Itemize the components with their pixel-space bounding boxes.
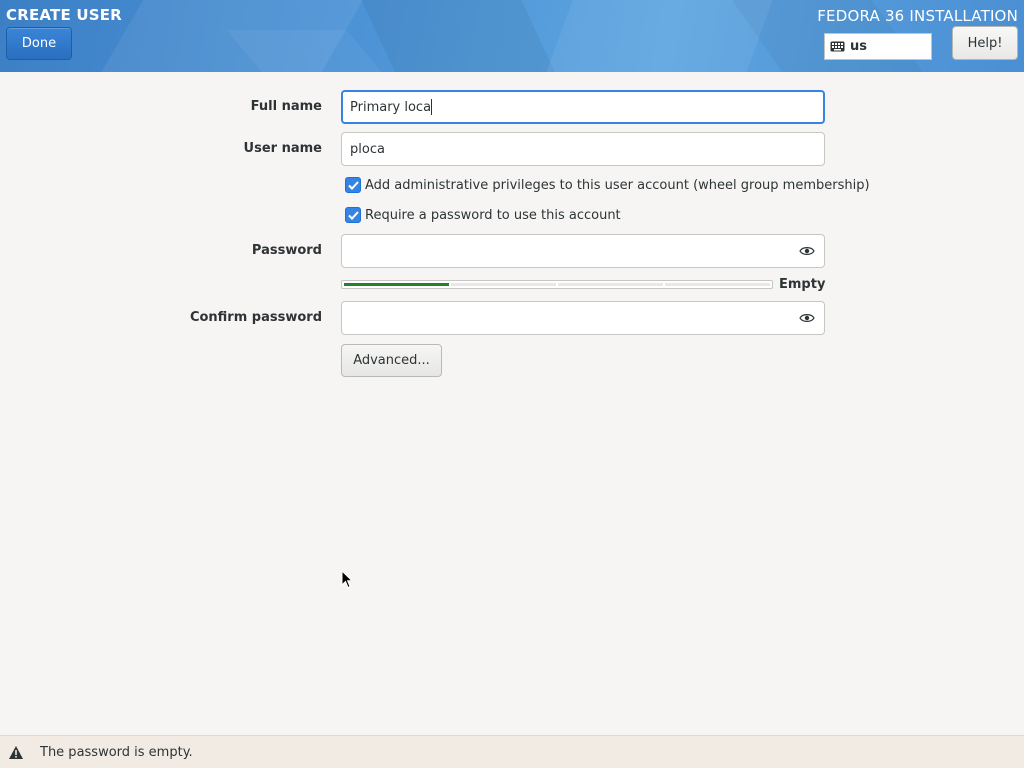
mouse-pointer-icon [341, 570, 353, 589]
full-name-label: Full name [250, 99, 322, 114]
keyboard-layout-indicator[interactable]: us [824, 33, 932, 60]
eye-icon[interactable] [799, 312, 815, 324]
header-bar: CREATE USER Done FEDORA 36 INSTALLATION … [0, 0, 1024, 72]
full-name-value: Primary loca [350, 99, 432, 115]
product-title: FEDORA 36 INSTALLATION [817, 7, 1018, 25]
strength-segment [665, 283, 770, 286]
eye-icon[interactable] [799, 245, 815, 257]
text-cursor [431, 99, 433, 115]
keyboard-icon [830, 41, 845, 52]
require-password-row[interactable]: Require a password to use this account [345, 207, 621, 223]
warning-icon [9, 745, 23, 759]
confirm-password-label: Confirm password [189, 310, 322, 325]
checkmark-icon [347, 180, 359, 190]
header-decoration [352, 0, 568, 72]
require-password-checkbox[interactable] [345, 207, 361, 223]
help-button[interactable]: Help! [952, 26, 1018, 60]
admin-privileges-label[interactable]: Add administrative privileges to this us… [365, 178, 870, 193]
full-name-input[interactable]: Primary loca [341, 90, 825, 124]
user-name-input[interactable]: ploca [341, 132, 825, 166]
user-name-label: User name [243, 141, 322, 156]
status-bar[interactable]: The password is empty. [0, 735, 1024, 768]
checkmark-icon [347, 210, 359, 220]
done-button[interactable]: Done [6, 27, 72, 60]
keyboard-layout-label: us [850, 39, 867, 54]
admin-privileges-row[interactable]: Add administrative privileges to this us… [345, 177, 870, 193]
password-label: Password [251, 243, 322, 258]
strength-segment [558, 283, 663, 286]
advanced-button[interactable]: Advanced... [341, 344, 442, 377]
page-title: CREATE USER [6, 6, 122, 24]
admin-privileges-checkbox[interactable] [345, 177, 361, 193]
require-password-label[interactable]: Require a password to use this account [365, 208, 621, 223]
confirm-password-input[interactable] [341, 301, 825, 335]
user-name-value: ploca [350, 141, 385, 157]
strength-segment [344, 283, 449, 286]
status-message: The password is empty. [40, 744, 193, 760]
strength-segment [451, 283, 556, 286]
password-strength-label: Empty [779, 277, 826, 292]
password-input[interactable] [341, 234, 825, 268]
password-strength-bar [341, 280, 773, 289]
